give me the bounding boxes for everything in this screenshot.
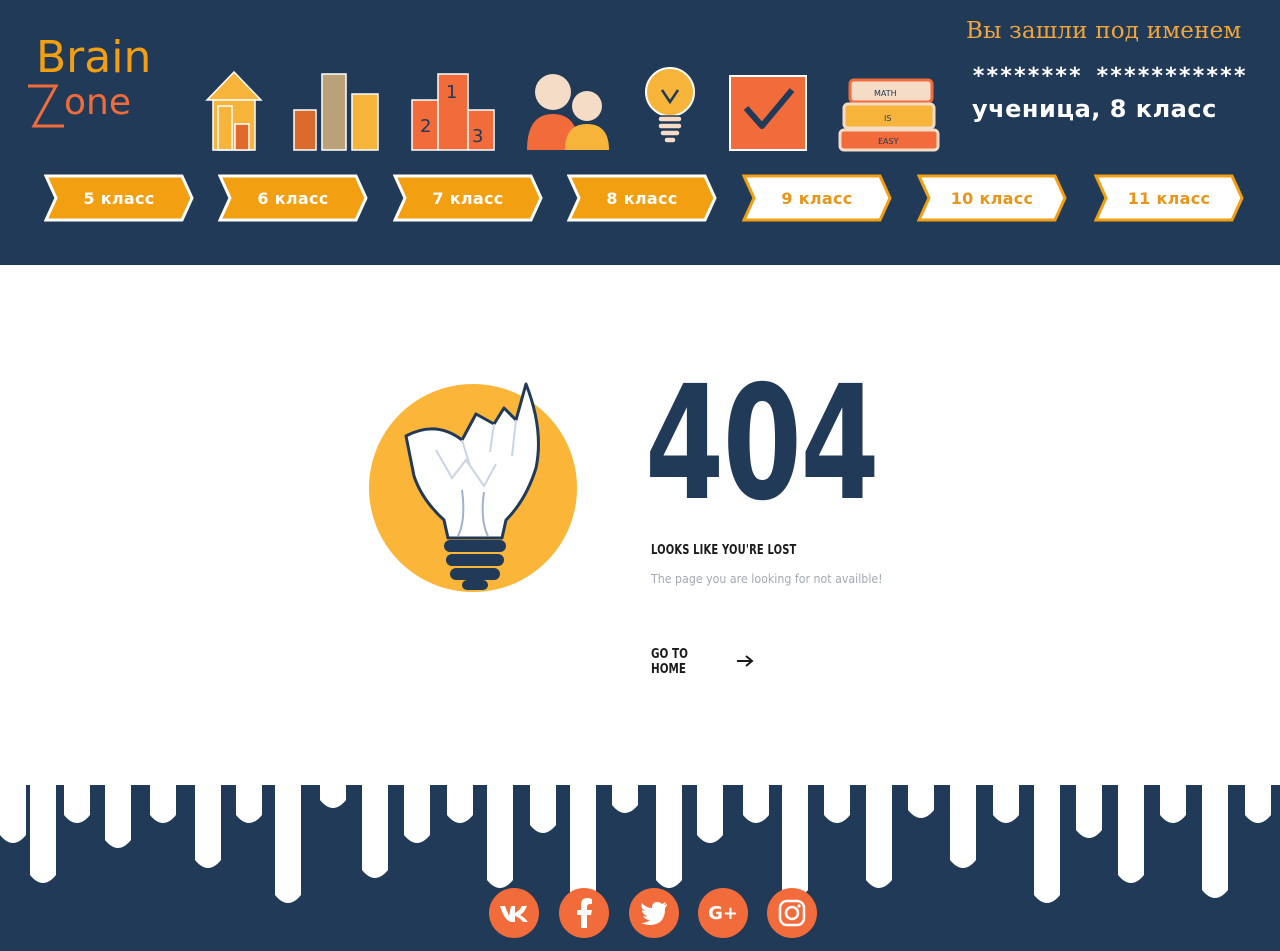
- svg-text:EASY: EASY: [878, 137, 899, 146]
- google-plus-icon[interactable]: G+: [698, 888, 748, 938]
- grade-tab-label: 11 класс: [1127, 188, 1211, 208]
- go-to-home-label: GO TO HOME: [651, 647, 688, 677]
- stats-icon[interactable]: [292, 62, 382, 152]
- error-code: 404: [645, 352, 880, 536]
- svg-text:3: 3: [472, 126, 483, 147]
- user-greeting: Вы зашли под именем: [966, 18, 1242, 44]
- grade-tab-10[interactable]: 10 класс: [917, 174, 1067, 222]
- svg-text:one: one: [64, 82, 131, 123]
- broken-lightbulb-illustration: [366, 380, 586, 595]
- error-description: The page you are looking for not availbl…: [651, 572, 883, 586]
- svg-text:Brain: Brain: [36, 32, 151, 83]
- svg-text:1: 1: [446, 82, 457, 103]
- error-title: LOOKS LIKE YOU'RE LOST: [651, 543, 797, 558]
- go-to-home-link[interactable]: GO TO HOME: [651, 647, 755, 677]
- facebook-icon[interactable]: [559, 888, 609, 938]
- twitter-icon[interactable]: [629, 888, 679, 938]
- grade-tab-label: 7 класс: [432, 188, 504, 208]
- lightbulb-icon[interactable]: [640, 62, 700, 152]
- svg-text:IS: IS: [884, 114, 891, 123]
- user-role: ученица, 8 класс: [972, 95, 1217, 123]
- svg-text:MATH: MATH: [874, 89, 897, 98]
- grade-tab-8[interactable]: 8 класс: [567, 174, 717, 222]
- grade-tab-label: 5 класс: [83, 188, 155, 208]
- grade-tab-6[interactable]: 6 класс: [218, 174, 368, 222]
- logo-z-mark: [28, 84, 64, 128]
- user-name: ******** ***********: [972, 64, 1247, 89]
- svg-text:2: 2: [420, 116, 431, 137]
- podium-icon[interactable]: 1 2 3: [410, 62, 496, 152]
- grade-tab-5[interactable]: 5 класс: [44, 174, 194, 222]
- brainzone-logo[interactable]: Brain one: [24, 14, 169, 134]
- home-icon[interactable]: [205, 62, 263, 152]
- grade-tab-label: 9 класс: [781, 188, 853, 208]
- grade-tab-label: 10 класс: [950, 188, 1034, 208]
- grade-tab-label: 8 класс: [606, 188, 678, 208]
- users-icon[interactable]: [525, 62, 611, 152]
- arrow-right-icon: [735, 653, 755, 672]
- checkbox-icon[interactable]: [728, 62, 810, 152]
- grade-tab-9[interactable]: 9 класс: [742, 174, 892, 222]
- grade-tab-7[interactable]: 7 класс: [393, 174, 543, 222]
- user-info: Вы зашли под именем ******** ***********…: [960, 18, 1270, 123]
- vk-icon[interactable]: [489, 888, 539, 938]
- instagram-icon[interactable]: [767, 888, 817, 938]
- books-icon[interactable]: MATH IS EASY: [838, 62, 942, 152]
- grade-tab-11[interactable]: 11 класс: [1094, 174, 1244, 222]
- grade-tab-label: 6 класс: [257, 188, 329, 208]
- site-header: Brain one 1 2 3 MATH IS EASY Вы зашли по…: [0, 0, 1280, 265]
